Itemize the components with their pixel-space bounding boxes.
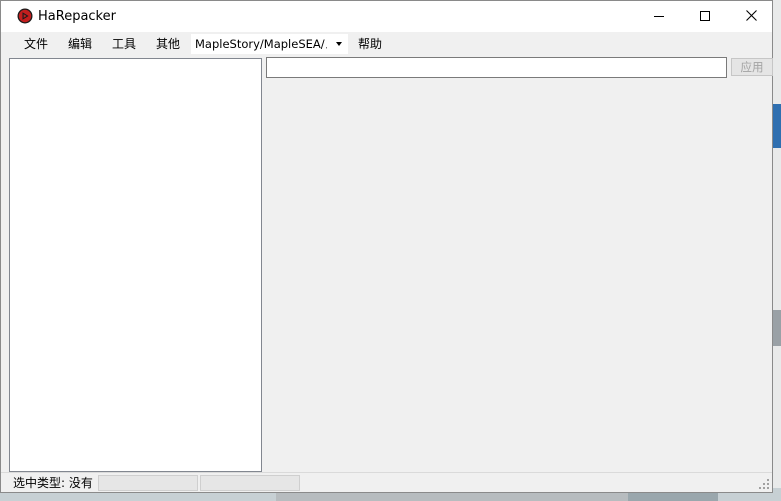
maximize-icon [700, 10, 710, 24]
selection-type-label: 选中类型: 没有 [13, 476, 93, 490]
version-select[interactable]: MapleStory/MapleSEA/メイプル [191, 34, 348, 54]
app-icon [17, 8, 33, 24]
apply-button[interactable]: 应用 [731, 58, 773, 76]
status-panel [200, 475, 300, 491]
close-icon [745, 9, 757, 24]
window-title: HaRepacker [38, 9, 116, 24]
minimize-icon [654, 10, 664, 24]
menu-file[interactable]: 文件 [24, 36, 48, 52]
close-button[interactable] [728, 1, 774, 32]
menu-bar: 文件 编辑 工具 其他 MapleStory/MapleSEA/メイプル 帮助 [1, 32, 772, 56]
status-panel [98, 475, 198, 491]
menu-help[interactable]: 帮助 [358, 36, 382, 52]
menu-tools[interactable]: 工具 [112, 36, 136, 52]
resize-grip-icon[interactable] [758, 478, 770, 490]
maximize-button[interactable] [682, 1, 728, 32]
search-input[interactable] [266, 57, 727, 78]
status-bar: 选中类型: 没有 [1, 472, 772, 492]
chevron-down-icon [336, 42, 342, 46]
minimize-button[interactable] [636, 1, 682, 32]
version-select-value: MapleStory/MapleSEA/メイプル [195, 37, 327, 51]
desktop-gray-strip [772, 310, 781, 346]
menu-other[interactable]: 其他 [156, 36, 180, 52]
property-display-area [263, 81, 772, 471]
desktop-blue-strip [772, 104, 781, 148]
harepacker-window: HaRepacker 文件 编辑 工具 其他 MapleStory/MapleS… [0, 0, 773, 493]
menu-edit[interactable]: 编辑 [68, 36, 92, 52]
title-bar[interactable]: HaRepacker [1, 1, 772, 32]
desktop-right-edge [772, 0, 781, 501]
wz-tree-view[interactable] [9, 58, 262, 472]
